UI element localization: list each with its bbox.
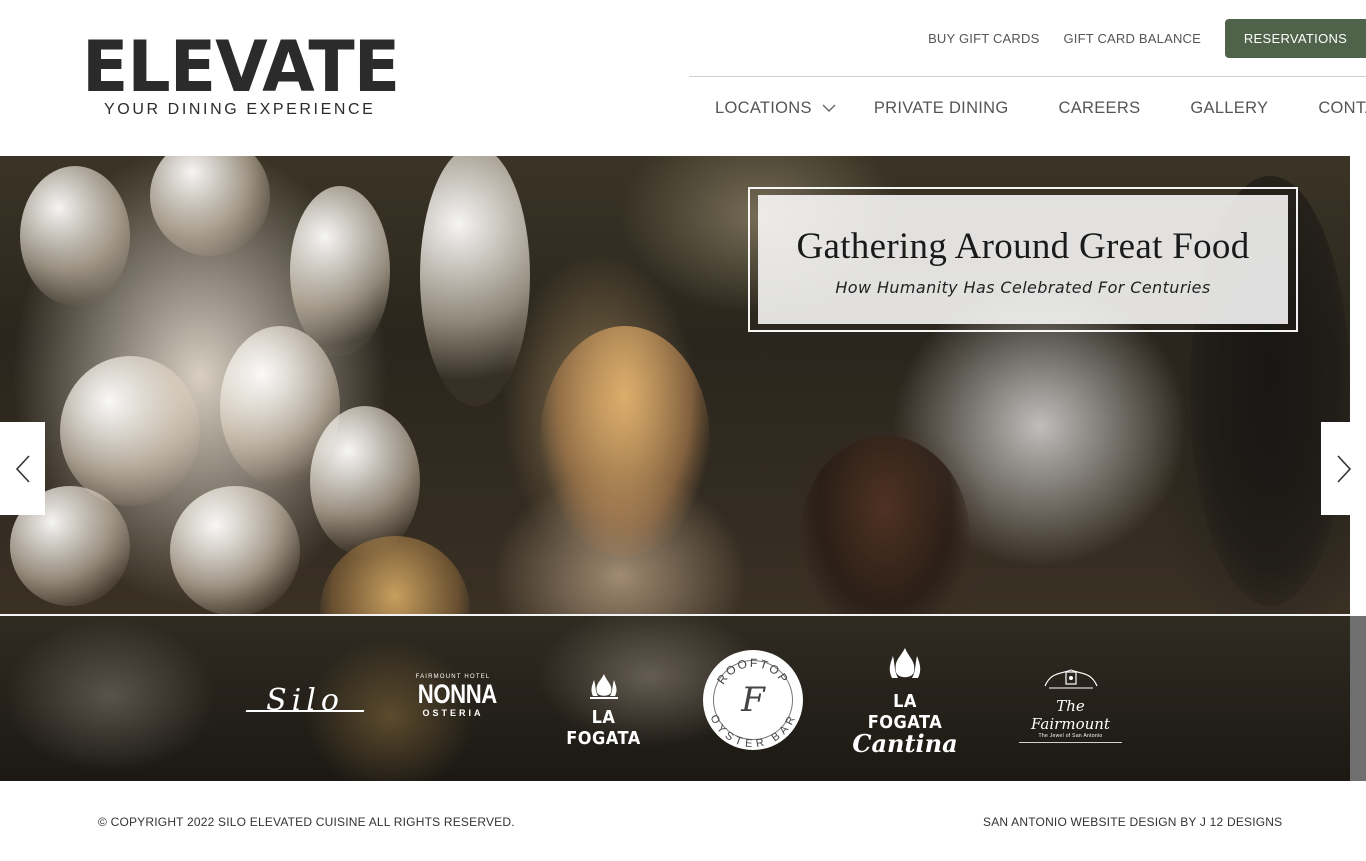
site-header: ELEVATE YOUR DINING EXPERIENCE BUY GIFT … (0, 0, 1366, 156)
nav-item-gallery[interactable]: GALLERY (1190, 99, 1268, 118)
nav-item-label: LOCATIONS (715, 98, 812, 117)
slider-prev-button[interactable] (0, 422, 45, 515)
silo-underline (245, 710, 365, 712)
chevron-down-icon (822, 104, 836, 112)
rooftop-monogram: F (741, 680, 765, 720)
site-footer: © COPYRIGHT 2022 SILO ELEVATED CUISINE A… (0, 781, 1366, 861)
silo-logo[interactable]: Silo (245, 686, 365, 716)
hero-title: Gathering Around Great Food (796, 226, 1250, 267)
logo-tagline: YOUR DINING EXPERIENCE (104, 101, 376, 118)
chandelier-crystal (310, 406, 420, 556)
nav-divider (689, 76, 1366, 77)
brand-strip-scrollbar[interactable] (1350, 616, 1366, 781)
chandelier-crystal (420, 156, 530, 406)
nonna-subtitle: OSTERIA (422, 708, 484, 718)
fairmount-tagline: The Jewel of San Antonio (1038, 733, 1103, 739)
flame-icon (589, 674, 618, 699)
copyright-text: © COPYRIGHT 2022 SILO ELEVATED CUISINE A… (98, 815, 515, 829)
logo-wordmark: ELEVATE (82, 26, 400, 108)
fairmount-wordmark: The Fairmount (1031, 697, 1110, 733)
slider-next-button[interactable] (1321, 422, 1366, 515)
main-nav: LOCATIONS PRIVATE DINING CAREERS GALLERY… (715, 96, 1366, 120)
hero-caption-box: Gathering Around Great Food How Humanity… (748, 187, 1298, 332)
nav-item-locations[interactable]: LOCATIONS (715, 99, 836, 118)
hero-subtitle: How Humanity Has Celebrated For Centurie… (835, 278, 1211, 297)
nav-item-label: CONTACT (1318, 98, 1366, 117)
cantina-script: Cantina (852, 729, 958, 758)
chandelier-crystal (170, 486, 300, 616)
nav-item-contact[interactable]: CONTACT (1318, 99, 1366, 118)
reservations-button[interactable]: RESERVATIONS (1225, 19, 1366, 58)
designer-credit-link[interactable]: SAN ANTONIO WEBSITE DESIGN BY J 12 DESIG… (983, 815, 1282, 829)
rooftop-oyster-bar-logo[interactable]: ROOFTOP OYSTER BAR F (703, 650, 803, 750)
fairmount-rule (1019, 742, 1122, 743)
chevron-left-icon (15, 454, 30, 483)
hero-caption-panel: Gathering Around Great Food How Humanity… (758, 195, 1288, 324)
la-fogata-cantina-logo[interactable]: LA FOGATA Cantina (851, 646, 959, 758)
nav-item-label: GALLERY (1190, 98, 1269, 117)
chandelier-crystal (290, 186, 390, 356)
flame-icon (889, 648, 921, 678)
restaurant-brands-strip: Silo FAIRMOUNT HOTEL NONNA OSTERIA LA FO… (0, 616, 1366, 781)
buy-gift-cards-link[interactable]: BUY GIFT CARDS (928, 31, 1039, 46)
diner-brunette (800, 436, 970, 616)
chandelier-crystal (150, 156, 270, 256)
nav-item-label: PRIVATE DINING (873, 98, 1009, 117)
nonna-osteria-logo[interactable]: FAIRMOUNT HOTEL NONNA OSTERIA (410, 674, 498, 718)
nonna-wordmark: NONNA (417, 679, 498, 709)
utility-links: BUY GIFT CARDS GIFT CARD BALANCE RESERVA… (928, 19, 1366, 58)
la-fogata-logo[interactable]: LA FOGATA (555, 672, 652, 749)
nav-item-label: CAREERS (1058, 98, 1141, 117)
chandelier-crystal (60, 356, 200, 506)
gift-card-balance-link[interactable]: GIFT CARD BALANCE (1063, 31, 1201, 46)
the-fairmount-logo[interactable]: The Fairmount The Jewel of San Antonio (1019, 666, 1122, 743)
hero-slider-image: Gathering Around Great Food How Humanity… (0, 156, 1350, 616)
elevate-logo[interactable]: ELEVATE YOUR DINING EXPERIENCE (82, 32, 400, 120)
chandelier-crystal (20, 166, 130, 306)
crest-icon (1043, 669, 1098, 689)
la-fogata-wordmark: LA FOGATA (566, 707, 641, 749)
cantina-top-wordmark: LA FOGATA (867, 691, 943, 733)
diner-blonde (540, 326, 710, 556)
nav-item-careers[interactable]: CAREERS (1059, 99, 1141, 118)
chevron-right-icon (1336, 454, 1351, 483)
nav-item-private-dining[interactable]: PRIVATE DINING (874, 99, 1009, 118)
